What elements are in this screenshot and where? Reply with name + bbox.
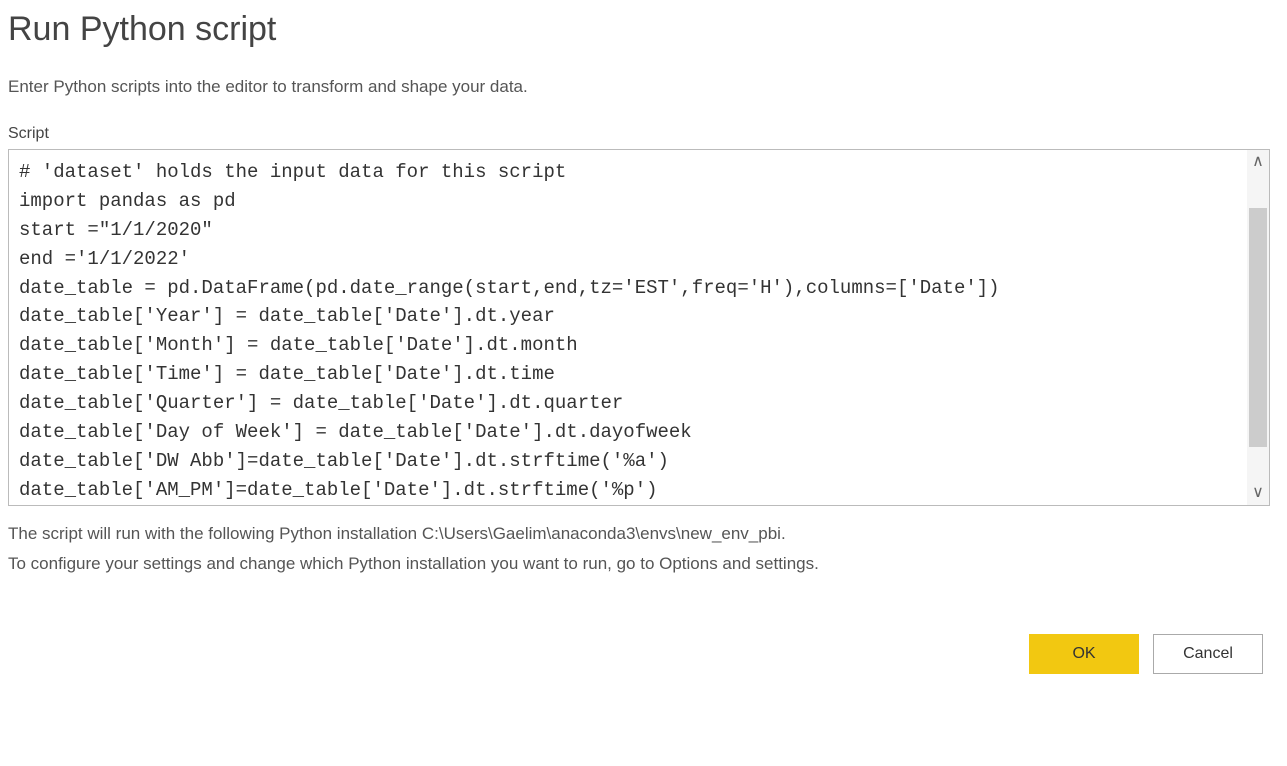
- dialog-button-row: OK Cancel: [8, 634, 1279, 674]
- script-editor[interactable]: [9, 150, 1247, 505]
- cancel-button[interactable]: Cancel: [1153, 634, 1263, 674]
- python-config-info: To configure your settings and change wh…: [8, 554, 1279, 574]
- ok-button[interactable]: OK: [1029, 634, 1139, 674]
- scroll-thumb[interactable]: [1249, 208, 1267, 447]
- script-label: Script: [8, 125, 1279, 143]
- scroll-up-icon[interactable]: ∧: [1252, 154, 1264, 170]
- script-editor-container: ∧ ∨: [8, 149, 1270, 506]
- dialog-subtitle: Enter Python scripts into the editor to …: [8, 77, 1279, 97]
- scrollbar-vertical[interactable]: ∧ ∨: [1247, 150, 1269, 505]
- dialog-title: Run Python script: [8, 10, 1279, 49]
- python-install-info: The script will run with the following P…: [8, 524, 1279, 544]
- scroll-down-icon[interactable]: ∨: [1252, 485, 1264, 501]
